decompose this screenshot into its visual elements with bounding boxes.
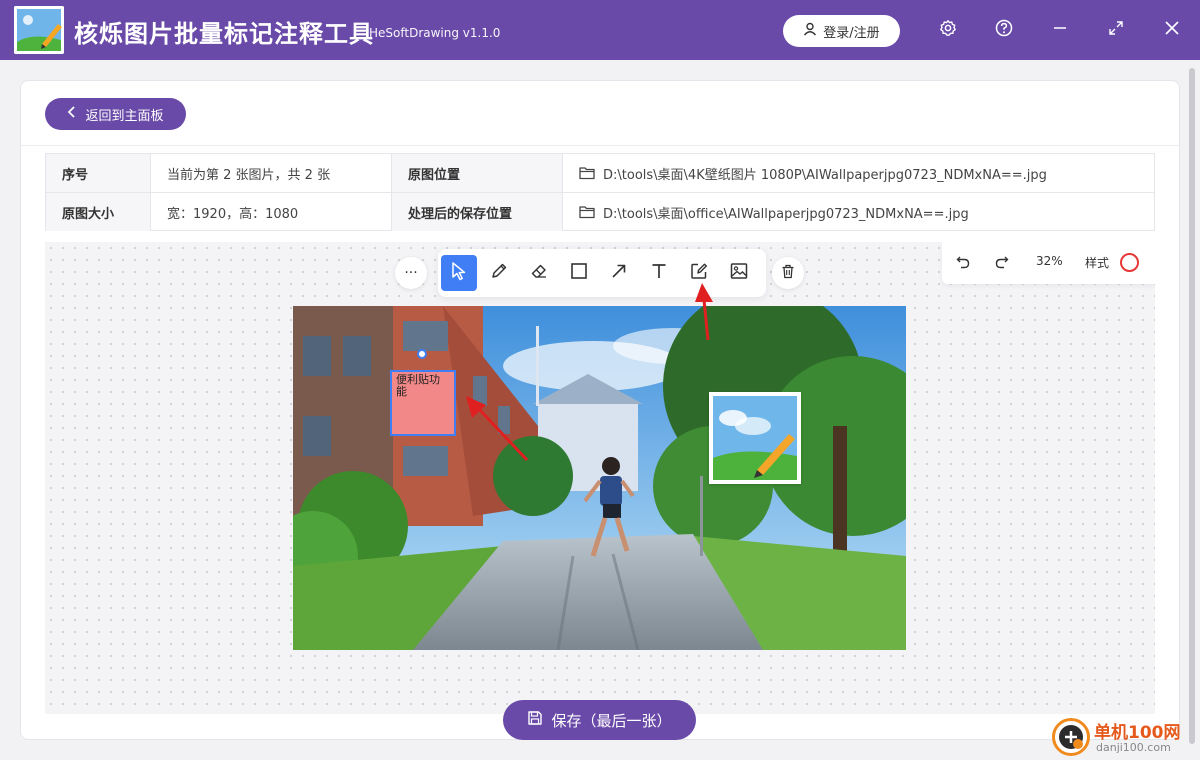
user-icon [803,22,817,40]
select-tool-button[interactable] [441,255,477,291]
minimize-icon [1052,20,1068,40]
back-label: 返回到主面板 [85,108,164,124]
folder-icon [579,166,595,180]
original-path-text: D:\tools\桌面\4K壁纸图片 1080P\AIWallpaperjpg0… [603,167,1047,183]
watermark-url: danji100.com [1096,741,1171,754]
help-button[interactable] [992,18,1016,42]
app-version: HeSoftDrawing v1.1.0 [369,26,501,40]
sticky-note-tool-button[interactable] [681,255,717,291]
folder-icon [579,205,595,219]
image-tool-button[interactable] [721,255,757,291]
arrow-tool-button[interactable] [601,255,637,291]
watermark-brand: 单机100网 [1094,723,1181,743]
style-label: 样式 [1085,256,1110,270]
image-info-table: 序号 当前为第 2 张图片，共 2 张 原图位置 D:\tools\桌面\4K壁… [45,153,1155,231]
original-location-value[interactable]: D:\tools\桌面\4K壁纸图片 1080P\AIWallpaperjpg0… [563,154,1154,192]
save-last-button[interactable]: 保存（最后一张） [503,700,696,740]
image-sticker[interactable] [709,392,801,484]
help-icon [995,19,1013,41]
pencil-icon [490,262,508,284]
zoom-level[interactable]: 32% [1036,254,1063,268]
view-panel: 32% 样式 [942,242,1155,284]
more-icon: ··· [404,265,418,281]
arrow-icon [610,262,628,284]
settings-button[interactable] [936,18,960,42]
save-icon [527,710,543,730]
table-row: 序号 当前为第 2 张图片，共 2 张 原图位置 D:\tools\桌面\4K壁… [46,154,1154,193]
login-register-label: 登录/注册 [823,25,880,41]
watermark: 单机100网 danji100.com [1050,716,1198,758]
title-bar: 核烁图片批量标记注释工具 HeSoftDrawing v1.1.0 登录/注册 [0,0,1200,60]
delete-button[interactable] [772,257,804,289]
expand-icon [1108,20,1124,40]
save-location-label: 处理后的保存位置 [392,193,563,231]
sticky-note[interactable]: 便利贴功能 [390,370,456,436]
close-icon [1164,20,1180,40]
landscape-pencil-icon [713,396,797,480]
chevron-left-icon [67,106,77,122]
table-row: 原图大小 宽：1920，高：1080 处理后的保存位置 D:\tools\桌面\… [46,193,1154,232]
app-logo [14,6,64,54]
save-location-value[interactable]: D:\tools\桌面\office\AIWallpaperjpg0723_ND… [563,193,1154,231]
original-location-label: 原图位置 [392,154,563,192]
size-label: 原图大小 [46,193,151,231]
note-edit-icon [690,262,708,284]
annotated-photo[interactable] [293,306,906,650]
trash-icon [781,264,795,283]
seq-value: 当前为第 2 张图片，共 2 张 [151,154,392,192]
maximize-button[interactable] [1104,18,1128,42]
image-icon [730,262,748,284]
rectangle-tool-button[interactable] [561,255,597,291]
drawing-toolbar [438,249,766,297]
back-to-main-button[interactable]: 返回到主面板 [45,98,186,130]
login-register-button[interactable]: 登录/注册 [783,15,900,47]
redo-button[interactable] [990,251,1014,275]
undo-button[interactable] [951,251,975,275]
rotate-handle[interactable] [417,349,427,359]
anime-street-scene [293,306,906,650]
cursor-icon [450,261,468,285]
eraser-icon [530,262,548,284]
gear-icon [939,19,957,41]
scrollbar-thumb[interactable] [1189,68,1195,744]
save-path-text: D:\tools\桌面\office\AIWallpaperjpg0723_ND… [603,206,969,222]
minimize-button[interactable] [1048,18,1072,42]
eraser-tool-button[interactable] [521,255,557,291]
text-tool-button[interactable] [641,255,677,291]
style-color-swatch[interactable] [1120,253,1139,272]
watermark-logo [1052,718,1090,756]
undo-icon [956,254,970,273]
text-icon [650,262,668,284]
pencil-tool-button[interactable] [481,255,517,291]
drawing-canvas[interactable]: ··· 32% 样式 便利贴功能 [45,242,1155,714]
redo-icon [995,254,1009,273]
save-label: 保存（最后一张） [551,711,672,730]
seq-label: 序号 [46,154,151,192]
more-button[interactable]: ··· [395,257,427,289]
header-row: 返回到主面板 [21,81,1181,146]
rectangle-icon [570,262,588,284]
close-button[interactable] [1160,18,1184,42]
app-title: 核烁图片批量标记注释工具 [74,20,374,48]
size-value: 宽：1920，高：1080 [151,193,392,231]
vertical-scrollbar[interactable] [1188,66,1196,746]
